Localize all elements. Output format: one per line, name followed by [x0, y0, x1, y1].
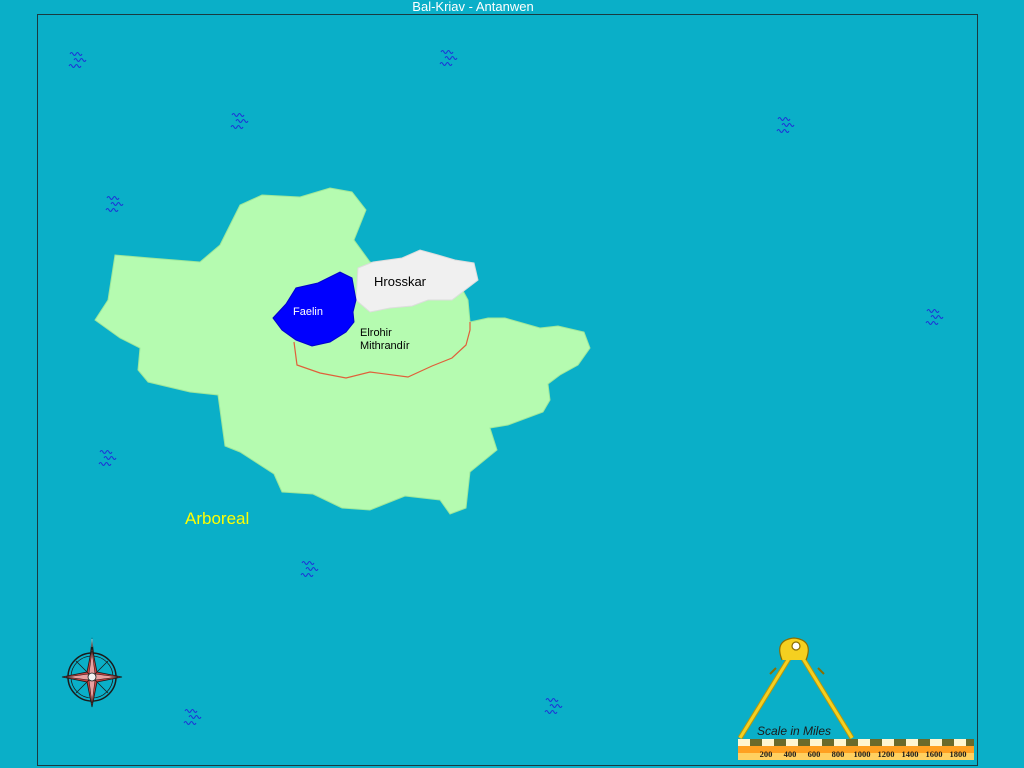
scale-tick-label: 800 [832, 749, 845, 759]
scale-tick-label: 400 [784, 749, 797, 759]
map-canvas: Hrosskar Faelin Elrohir Mithrandír Arbor… [61, 0, 974, 760]
scale-bar: 200 400 600 800 1000 1200 1400 1600 1800 [738, 739, 974, 760]
label-elrohir: Elrohir [360, 327, 392, 339]
scale-tick-labels: 200 400 600 800 1000 1200 1400 1600 1800 [760, 749, 967, 759]
scale-tick-label: 1600 [926, 749, 943, 759]
label-mithrandir: Mithrandír [360, 340, 410, 352]
scale-tick-label: 1200 [878, 749, 895, 759]
compass-rose-icon [61, 637, 123, 708]
scale-dividers-icon [737, 637, 855, 740]
scale-tick-label: 1800 [950, 749, 967, 759]
scale-tick-label: 200 [760, 749, 773, 759]
continent-landmass[interactable] [94, 187, 591, 515]
scale-tick-label: 600 [808, 749, 821, 759]
scale-tick-label: 1000 [854, 749, 871, 759]
scale-tick-label: 1400 [902, 749, 919, 759]
label-faelin: Faelin [293, 306, 323, 318]
label-arboreal: Arboreal [185, 509, 249, 528]
scale-label: Scale in Miles [757, 724, 831, 738]
label-hrosskar: Hrosskar [374, 274, 427, 289]
